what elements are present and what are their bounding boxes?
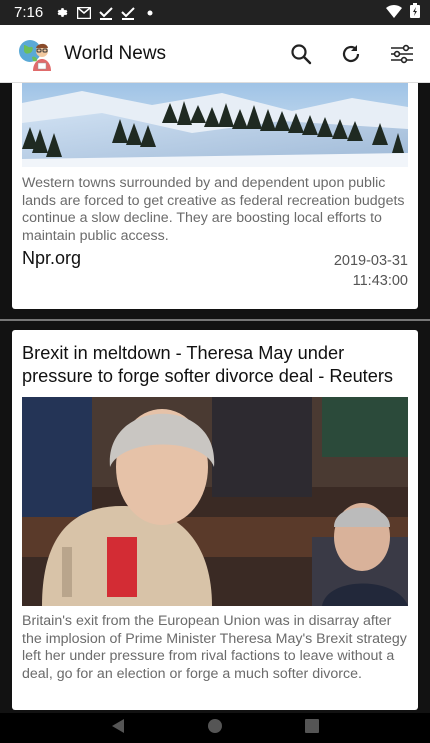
news-feed[interactable]: Western towns surrounded by and dependen… xyxy=(0,83,430,713)
status-time: 7:16 xyxy=(14,4,44,21)
download-done-icon xyxy=(121,6,135,20)
article-description: Western towns surrounded by and dependen… xyxy=(22,175,405,244)
article-source: Npr.org xyxy=(22,248,82,268)
wifi-icon xyxy=(386,4,402,22)
article-image[interactable] xyxy=(22,83,408,167)
back-icon[interactable] xyxy=(110,718,126,739)
status-bar: 7:16 xyxy=(0,0,430,25)
news-card[interactable]: Brexit in meltdown - Theresa May under p… xyxy=(12,330,418,710)
app-actions xyxy=(290,43,414,65)
app-title: World News xyxy=(64,42,167,64)
article-title[interactable]: Brexit in meltdown - Theresa May under p… xyxy=(22,342,412,388)
refresh-icon[interactable] xyxy=(340,43,362,65)
battery-icon xyxy=(410,3,420,22)
app-bar: World News xyxy=(0,25,430,83)
download-done-icon xyxy=(99,6,113,20)
search-icon[interactable] xyxy=(290,43,312,65)
article-date: 2019-03-31 xyxy=(333,253,408,269)
dot-icon xyxy=(143,6,157,20)
status-right xyxy=(386,3,420,22)
news-card[interactable]: Western towns surrounded by and dependen… xyxy=(12,83,418,309)
home-icon[interactable] xyxy=(207,718,223,739)
article-timestamp: 2019-03-31 11:43:00 xyxy=(334,251,408,291)
article-description: Britain's exit from the European Union w… xyxy=(22,613,407,682)
recents-icon[interactable] xyxy=(304,718,320,739)
navigation-bar xyxy=(0,713,430,743)
article-image[interactable] xyxy=(22,397,408,606)
article-time: 11:43:00 xyxy=(352,273,408,289)
filter-settings-icon[interactable] xyxy=(390,44,414,64)
gmail-icon xyxy=(77,6,92,20)
app-logo-icon xyxy=(16,35,54,73)
gear-icon xyxy=(55,6,69,20)
card-divider xyxy=(0,319,430,321)
status-left: 7:16 xyxy=(14,4,157,21)
